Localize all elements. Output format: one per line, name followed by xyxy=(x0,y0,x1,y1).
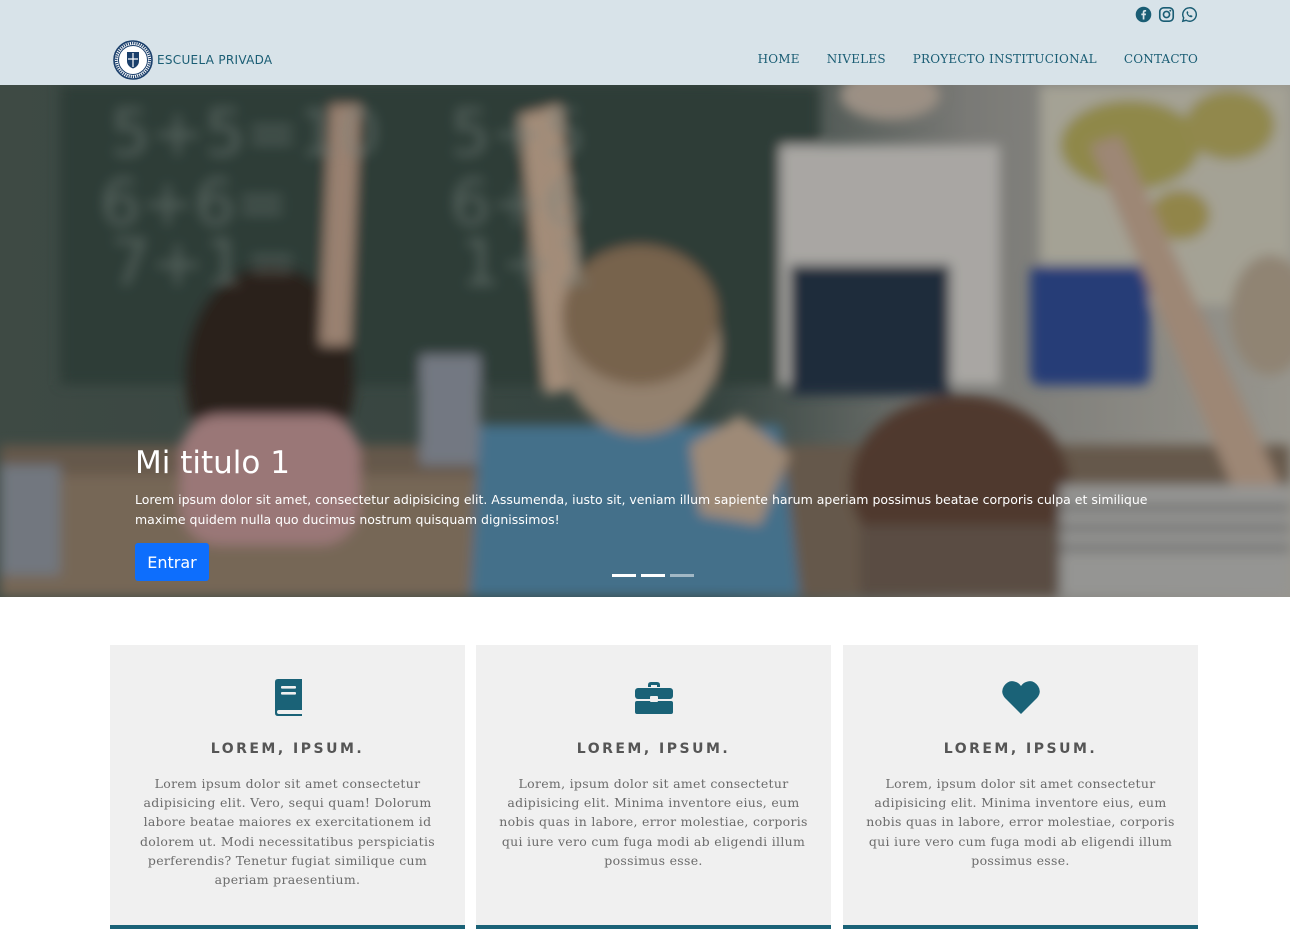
nav-niveles[interactable]: NIVELES xyxy=(827,52,886,66)
instagram-icon[interactable] xyxy=(1158,6,1175,23)
facebook-icon[interactable] xyxy=(1135,6,1152,23)
hero-carousel: 5+5=10 6+6= 7+1= 5+5 6+6 1+1 Mi titulo 1… xyxy=(0,85,1290,597)
carousel-indicator-3[interactable] xyxy=(670,574,694,577)
social-links xyxy=(1135,6,1198,23)
feature-card: LOREM, IPSUM. Lorem, ipsum dolor sit ame… xyxy=(843,645,1198,929)
hero-description: Lorem ipsum dolor sit amet, consectetur … xyxy=(135,492,1148,527)
carousel-indicator-2[interactable] xyxy=(641,574,665,577)
brand[interactable]: ESCUELA PRIVADA xyxy=(113,40,272,80)
carousel-indicators xyxy=(612,574,694,577)
school-seal-logo xyxy=(113,40,153,80)
brand-name: ESCUELA PRIVADA xyxy=(157,53,273,67)
hero-title: Mi titulo 1 xyxy=(135,445,290,481)
card-title: LOREM, IPSUM. xyxy=(943,741,1098,757)
carousel-indicator-1[interactable] xyxy=(612,574,636,577)
heart-icon xyxy=(1001,681,1040,714)
briefcase-icon xyxy=(634,682,673,714)
enter-button[interactable]: Entrar xyxy=(135,543,209,581)
book-icon xyxy=(274,679,302,716)
feature-card: LOREM, IPSUM. Lorem ipsum dolor sit amet… xyxy=(110,645,465,929)
nav-contacto[interactable]: CONTACTO xyxy=(1124,52,1198,66)
card-text: Lorem ipsum dolor sit amet consectetur a… xyxy=(139,776,436,888)
card-text: Lorem, ipsum dolor sit amet consectetur … xyxy=(499,776,808,868)
site-header: ESCUELA PRIVADA HOME NIVELES PROYECTO IN… xyxy=(0,0,1290,85)
nav-proyecto-institucional[interactable]: PROYECTO INSTITUCIONAL xyxy=(913,52,1097,66)
feature-card: LOREM, IPSUM. Lorem, ipsum dolor sit ame… xyxy=(476,645,831,929)
card-title: LOREM, IPSUM. xyxy=(210,741,365,757)
card-title: LOREM, IPSUM. xyxy=(576,741,731,757)
whatsapp-icon[interactable] xyxy=(1181,6,1198,23)
nav-home[interactable]: HOME xyxy=(758,52,800,66)
main-nav: HOME NIVELES PROYECTO INSTITUCIONAL CONT… xyxy=(758,52,1198,66)
card-text: Lorem, ipsum dolor sit amet consectetur … xyxy=(866,776,1175,868)
